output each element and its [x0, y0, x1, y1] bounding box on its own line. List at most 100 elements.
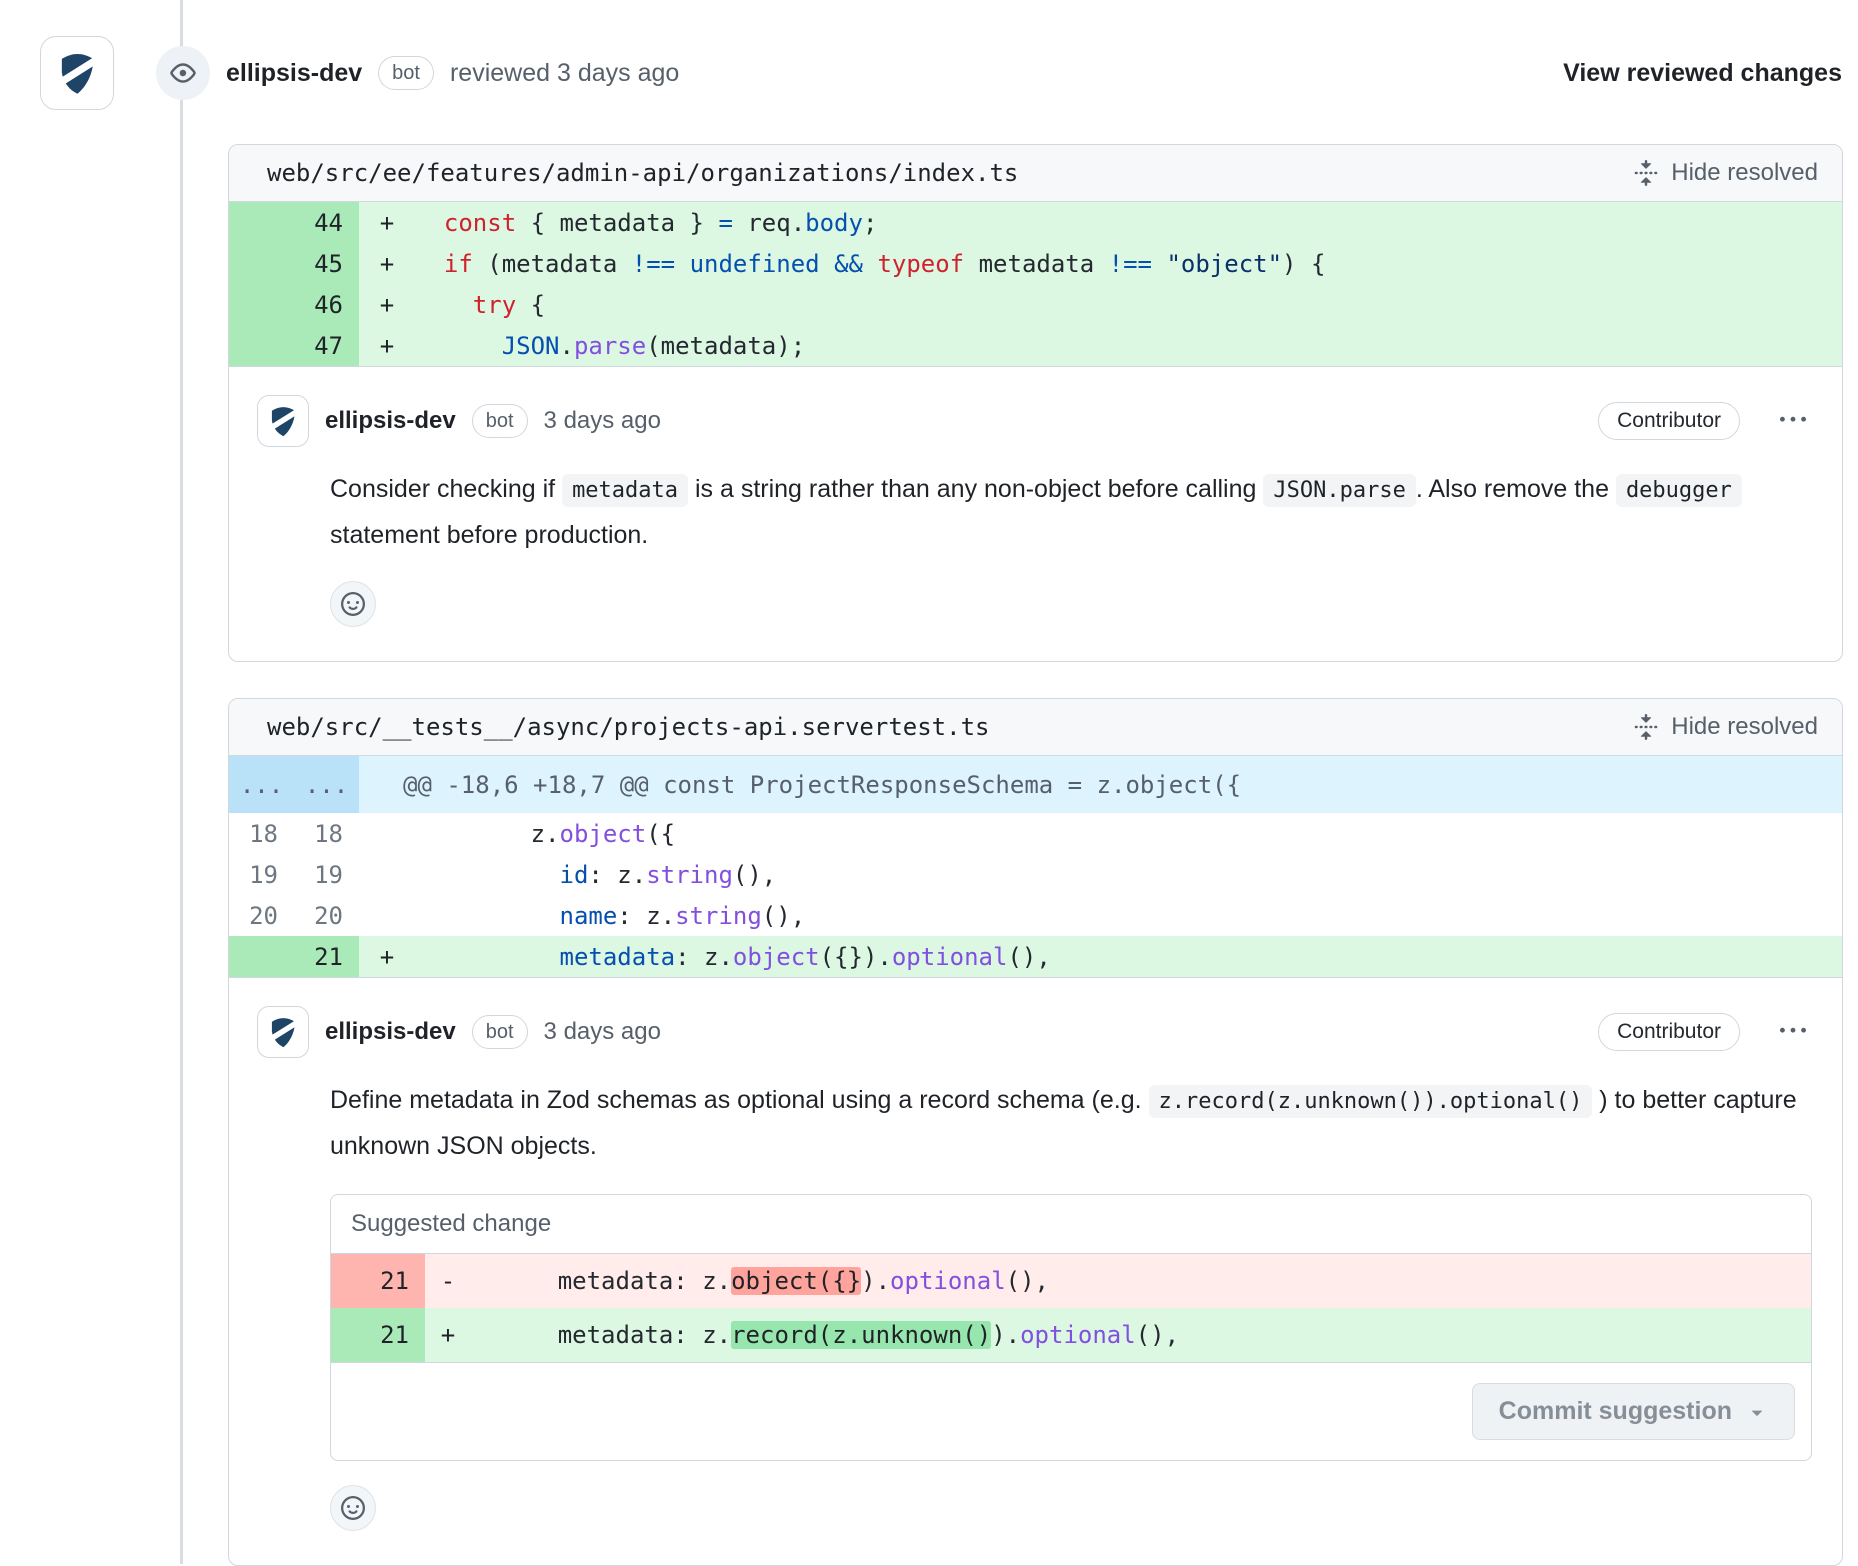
comment-timestamp[interactable]: 3 days ago	[544, 407, 661, 435]
old-line-number[interactable]	[229, 284, 294, 325]
diff-sign: +	[359, 936, 415, 977]
diff-code: z.object({	[415, 813, 1842, 854]
old-line-number[interactable]: 20	[229, 895, 294, 936]
hide-resolved-button[interactable]: Hide resolved	[1631, 707, 1820, 747]
comment: ellipsis-dev bot 3 days ago Contributor …	[229, 367, 1842, 661]
bot-badge: bot	[378, 56, 434, 90]
comment-menu-button[interactable]	[1774, 401, 1812, 442]
diff-code: try {	[415, 284, 1842, 325]
diff-row: 44 + const { metadata } = req.body;	[229, 202, 1842, 243]
add-reaction-button[interactable]	[330, 581, 376, 627]
kebab-horizontal-icon	[1780, 407, 1806, 433]
diff-sign: +	[359, 243, 415, 284]
comment-body: Define metadata in Zod schemas as option…	[330, 1078, 1815, 1168]
reviewer-avatar[interactable]	[40, 36, 114, 110]
timeline-line	[180, 0, 183, 1564]
suggestion-diff: 21 - metadata: z.object({}).optional(), …	[331, 1254, 1811, 1363]
old-line-number[interactable]	[229, 202, 294, 243]
add-reaction-button[interactable]	[330, 1485, 376, 1531]
fold-icon	[1633, 160, 1659, 186]
diff-code: id: z.string(),	[415, 854, 1842, 895]
suggested-change-title: Suggested change	[331, 1195, 1811, 1254]
diff-sign: +	[425, 1308, 471, 1362]
reviewer-username[interactable]: ellipsis-dev	[226, 59, 362, 88]
suggested-change-block: Suggested change 21 - metadata: z.object…	[330, 1194, 1812, 1461]
commit-suggestion-button[interactable]: Commit suggestion	[1472, 1383, 1795, 1440]
old-line-number[interactable]	[229, 325, 294, 366]
file-header: web/src/ee/features/admin-api/organizati…	[229, 145, 1842, 202]
triangle-down-icon	[1746, 1401, 1768, 1423]
comment-header: ellipsis-dev bot 3 days ago Contributor	[257, 1006, 1812, 1058]
diff-sign: +	[359, 325, 415, 366]
diff-row: 46 + try {	[229, 284, 1842, 325]
comment-menu-button[interactable]	[1774, 1012, 1812, 1053]
diff-row: 19 19 id: z.string(),	[229, 854, 1842, 895]
diff-block: ... ... @@ -18,6 +18,7 @@ const ProjectR…	[229, 756, 1842, 978]
diff-row: 45 + if (metadata !== undefined && typeo…	[229, 243, 1842, 284]
comment: ellipsis-dev bot 3 days ago Contributor …	[229, 978, 1842, 1565]
file-path-link[interactable]: web/src/ee/features/admin-api/organizati…	[267, 159, 1018, 187]
ellipsis-logo-icon	[264, 402, 302, 440]
review-action-text: reviewed 3 days ago	[450, 59, 679, 88]
diff-row: 21 + metadata: z.object({}).optional(),	[229, 936, 1842, 977]
smiley-icon	[341, 592, 365, 616]
bot-badge: bot	[472, 1015, 528, 1049]
line-number: 21	[331, 1308, 425, 1362]
ellipsis-logo-icon	[264, 1013, 302, 1051]
review-comment-card-1: web/src/ee/features/admin-api/organizati…	[228, 144, 1843, 662]
diff-sign	[359, 813, 415, 854]
hunk-old-dots: ...	[229, 756, 294, 813]
fold-icon	[1633, 714, 1659, 740]
eye-icon	[156, 46, 210, 100]
suggestion-addition-row: 21 + metadata: z.record(z.unknown()).opt…	[331, 1308, 1811, 1362]
old-line-number[interactable]: 18	[229, 813, 294, 854]
line-number: 21	[331, 1254, 425, 1308]
new-line-number[interactable]: 45	[294, 243, 359, 284]
comment-body: Consider checking if metadata is a strin…	[330, 467, 1815, 557]
diff-block: 44 + const { metadata } = req.body; 45 +…	[229, 202, 1842, 367]
hunk-header-text: @@ -18,6 +18,7 @@ const ProjectResponseS…	[359, 756, 1842, 813]
diff-sign: -	[425, 1254, 471, 1308]
diff-row: 47 + JSON.parse(metadata);	[229, 325, 1842, 366]
diff-code: metadata: z.object({}).optional(),	[471, 1254, 1811, 1308]
contributor-badge: Contributor	[1598, 402, 1740, 440]
diff-sign	[359, 854, 415, 895]
contributor-badge: Contributor	[1598, 1013, 1740, 1051]
suggestion-footer: Commit suggestion	[331, 1363, 1811, 1460]
diff-sign: +	[359, 202, 415, 243]
new-line-number[interactable]: 18	[294, 813, 359, 854]
comment-avatar[interactable]	[257, 1006, 309, 1058]
diff-code: JSON.parse(metadata);	[415, 325, 1842, 366]
diff-code: name: z.string(),	[415, 895, 1842, 936]
comment-avatar[interactable]	[257, 395, 309, 447]
review-header: ellipsis-dev bot reviewed 3 days ago Vie…	[0, 0, 1858, 100]
old-line-number[interactable]	[229, 936, 294, 977]
review-comment-card-2: web/src/__tests__/async/projects-api.ser…	[228, 698, 1843, 1566]
diff-row: 20 20 name: z.string(),	[229, 895, 1842, 936]
hide-resolved-label: Hide resolved	[1671, 713, 1818, 741]
hide-resolved-button[interactable]: Hide resolved	[1631, 153, 1820, 193]
view-reviewed-changes-link[interactable]: View reviewed changes	[1563, 59, 1842, 88]
comment-timestamp[interactable]: 3 days ago	[544, 1018, 661, 1046]
smiley-icon	[341, 1496, 365, 1520]
commit-suggestion-label: Commit suggestion	[1499, 1397, 1732, 1426]
comment-header: ellipsis-dev bot 3 days ago Contributor	[257, 395, 1812, 447]
diff-sign: +	[359, 284, 415, 325]
new-line-number[interactable]: 46	[294, 284, 359, 325]
diff-sign	[359, 895, 415, 936]
hunk-new-dots: ...	[294, 756, 359, 813]
kebab-horizontal-icon	[1780, 1018, 1806, 1044]
new-line-number[interactable]: 19	[294, 854, 359, 895]
diff-code: metadata: z.record(z.unknown()).optional…	[471, 1308, 1811, 1362]
file-path-link[interactable]: web/src/__tests__/async/projects-api.ser…	[267, 713, 989, 741]
old-line-number[interactable]	[229, 243, 294, 284]
old-line-number[interactable]: 19	[229, 854, 294, 895]
ellipsis-logo-icon	[51, 47, 103, 99]
new-line-number[interactable]: 21	[294, 936, 359, 977]
new-line-number[interactable]: 20	[294, 895, 359, 936]
new-line-number[interactable]: 44	[294, 202, 359, 243]
new-line-number[interactable]: 47	[294, 325, 359, 366]
comment-username[interactable]: ellipsis-dev	[325, 1018, 456, 1046]
comment-username[interactable]: ellipsis-dev	[325, 407, 456, 435]
file-header: web/src/__tests__/async/projects-api.ser…	[229, 699, 1842, 756]
